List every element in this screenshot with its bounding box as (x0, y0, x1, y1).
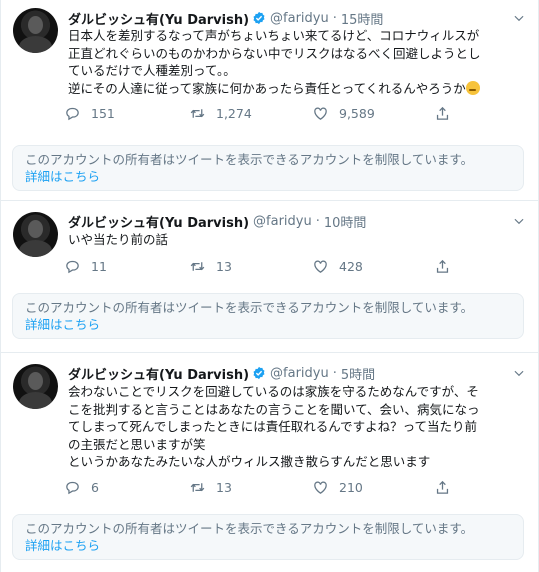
learn-more-link[interactable]: 詳細はこちら (25, 168, 511, 185)
reply-count: 6 (91, 479, 99, 495)
tweet-line: の主張だと思いますが笑 (68, 436, 206, 452)
timestamp[interactable]: 10時間 (324, 212, 367, 231)
handle[interactable]: @faridyu (253, 214, 312, 229)
reply-count: 11 (91, 258, 107, 274)
retweet-count: 1,274 (216, 105, 252, 121)
reply-icon (66, 260, 79, 273)
reply-button[interactable]: 11 (64, 257, 107, 275)
chevron-down-icon[interactable] (512, 366, 526, 380)
like-count: 428 (339, 258, 363, 274)
separator-dot: · (332, 365, 337, 381)
handle[interactable]: @faridyu (270, 366, 329, 381)
retweet-count: 13 (216, 258, 232, 274)
retweet-button[interactable]: 13 (189, 478, 232, 496)
like-button[interactable]: 210 (312, 478, 363, 496)
like-count: 9,589 (339, 105, 375, 121)
reply-button[interactable]: 6 (64, 478, 99, 496)
restricted-replies-notice: このアカウントの所有者はツイートを表示できるアカウントを制限しています。 詳細は… (12, 514, 524, 560)
share-icon (436, 259, 449, 273)
retweet-button[interactable]: 13 (189, 257, 232, 275)
separator-dot: · (315, 213, 320, 229)
retweet-icon (190, 261, 205, 271)
retweet-count: 13 (216, 479, 232, 495)
reply-count: 151 (91, 105, 115, 121)
divider (1, 352, 539, 353)
verified-badge-icon (253, 366, 265, 380)
tweet-line: 正直どれぐらいのものかわからない中でリスクはなるべく回避しようとし (68, 45, 481, 61)
notice-text: このアカウントの所有者はツイートを表示できるアカウントを制限しています。 (25, 152, 474, 167)
tweet-text: 会わないことでリスクを回避しているのは家族を守るためなんですが、そ こを批判する… (68, 383, 523, 471)
divider (1, 200, 539, 201)
tweet-line: 会わないことでリスクを回避しているのは家族を守るためなんですが、そ (68, 384, 479, 399)
retweet-icon (190, 482, 205, 492)
tweet-line: ているだけで人種差別って。。 (68, 63, 236, 78)
chevron-down-icon[interactable] (512, 214, 526, 228)
restricted-replies-notice: このアカウントの所有者はツイートを表示できるアカウントを制限しています。 詳細は… (12, 145, 524, 191)
tweet-line: というかあなたみたいな人がウィルス撒き散らすんだと思います (68, 454, 431, 469)
avatar[interactable] (13, 212, 58, 257)
display-name[interactable]: ダルビッシュ有(Yu Darvish) (68, 9, 249, 28)
share-button[interactable] (434, 104, 461, 122)
separator-dot: · (332, 10, 337, 26)
like-button[interactable]: 428 (312, 257, 363, 275)
like-button[interactable]: 9,589 (312, 104, 375, 122)
share-button[interactable] (434, 478, 461, 496)
restricted-replies-notice: このアカウントの所有者はツイートを表示できるアカウントを制限しています。 詳細は… (12, 293, 524, 339)
verified-badge-icon (253, 11, 265, 25)
timestamp[interactable]: 15時間 (341, 9, 384, 28)
timestamp[interactable]: 5時間 (341, 364, 375, 383)
heart-icon (314, 107, 327, 120)
display-name[interactable]: ダルビッシュ有(Yu Darvish) (68, 212, 249, 231)
share-button[interactable] (434, 257, 461, 275)
notice-text: このアカウントの所有者はツイートを表示できるアカウントを制限しています。 (25, 521, 474, 536)
reply-icon (66, 107, 79, 120)
tweet-line: 逆にその人達に従って家族に何かあったら責任とってくれるんやろうか (68, 80, 466, 96)
tweet-line: てしまって死んでしまったときには責任取れるんですよね？って当たり前 (68, 419, 478, 434)
tweet-text: いや当たり前の話 (68, 231, 523, 249)
avatar[interactable] (13, 8, 58, 53)
learn-more-link[interactable]: 詳細はこちら (25, 537, 511, 554)
reply-button[interactable]: 151 (64, 104, 115, 122)
chevron-down-icon[interactable] (512, 11, 526, 25)
tweet-line: こを批判すると言うことはあなたの言うことを聞いて、会い、病気になっ (68, 401, 480, 417)
share-icon (436, 106, 449, 120)
display-name[interactable]: ダルビッシュ有(Yu Darvish) (68, 364, 249, 383)
notice-text: このアカウントの所有者はツイートを表示できるアカウントを制限しています。 (25, 300, 474, 315)
thinking-face-icon (465, 80, 480, 95)
retweet-icon (190, 108, 205, 118)
reply-icon (66, 481, 79, 494)
avatar[interactable] (13, 364, 58, 409)
learn-more-link[interactable]: 詳細はこちら (25, 316, 511, 333)
share-icon (436, 480, 449, 494)
tweet-line: いや当たり前の話 (68, 232, 169, 247)
handle[interactable]: @faridyu (270, 11, 329, 26)
tweet-line: 日本人を差別するなって声がちょいちょい来てるけど、コロナウィルスが (68, 28, 480, 43)
tweet-text: 日本人を差別するなって声がちょいちょい来てるけど、コロナウィルスが 正直どれぐら… (68, 27, 523, 97)
heart-icon (314, 481, 327, 494)
like-count: 210 (339, 479, 363, 495)
retweet-button[interactable]: 1,274 (189, 104, 252, 122)
heart-icon (314, 260, 327, 273)
conversation-thread: ダルビッシュ有(Yu Darvish) @faridyu · 15時間 日本人を… (0, 0, 539, 572)
